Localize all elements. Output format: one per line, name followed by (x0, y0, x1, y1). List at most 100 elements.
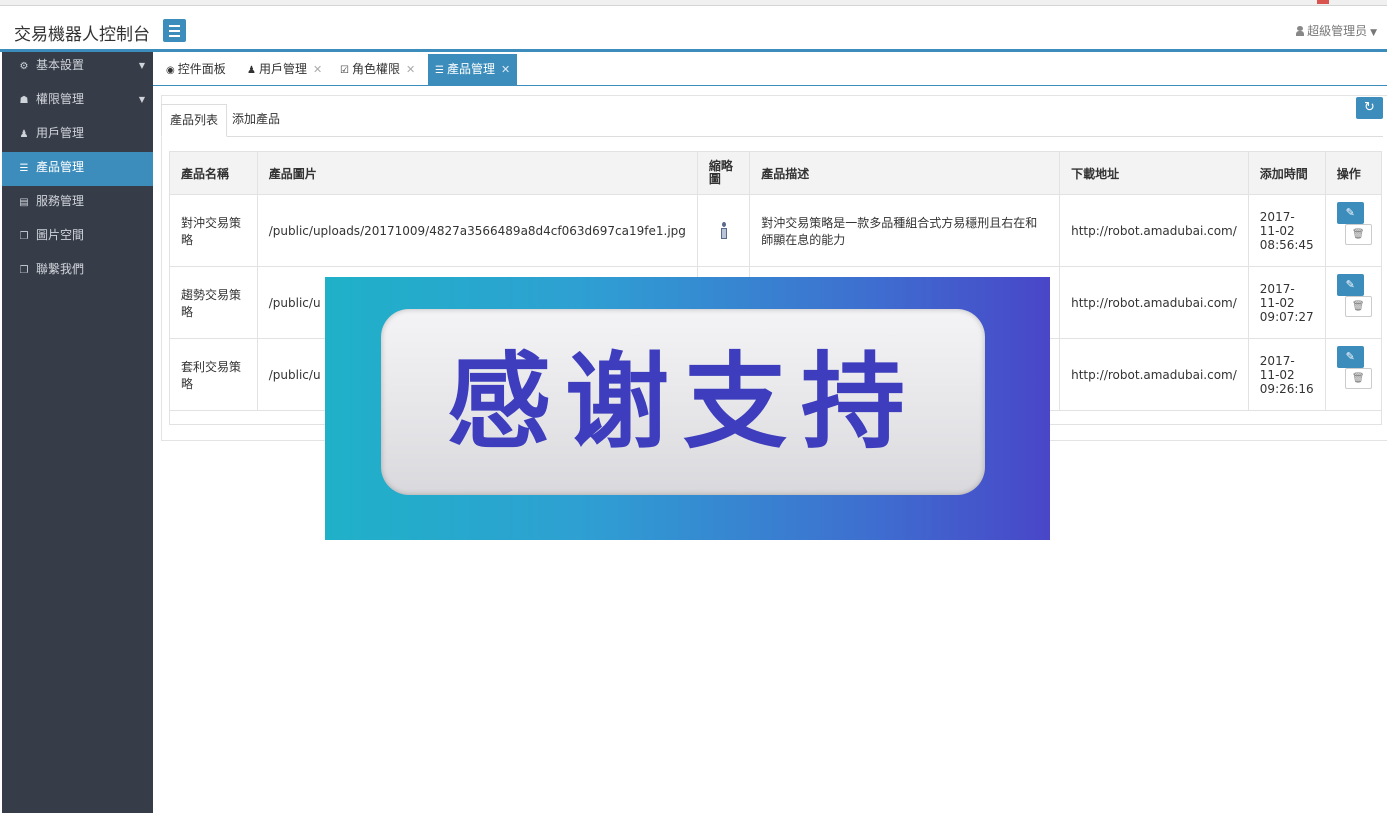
hamburger-icon (169, 25, 180, 27)
subtab-add-product[interactable]: 添加產品 (224, 104, 288, 135)
user-icon (1296, 26, 1305, 36)
sliders-icon: ☰ (435, 65, 444, 76)
tab-products[interactable]: ☰ 產品管理 ✕ (428, 54, 518, 85)
subtab-product-list[interactable]: 產品列表 (161, 104, 228, 137)
date-year: 2017- (1259, 353, 1295, 368)
product-download-url[interactable]: http://robot.amadubai.com/ (1059, 266, 1249, 339)
tab-dashboard[interactable]: ◉ 控件面板 (159, 54, 233, 85)
trash-icon: 🗑 (1351, 301, 1365, 312)
app-brand[interactable]: 交易機器人控制台 (14, 20, 150, 45)
users-icon: ☗ (19, 95, 29, 106)
sidebar-item-contact[interactable]: ❐ 聯繫我們 (2, 254, 153, 288)
date-day: 11-02 (1259, 223, 1295, 238)
table-row: 對沖交易策略 /public/uploads/20171009/4827a356… (169, 194, 1383, 267)
hamburger-icon-line (169, 35, 180, 37)
column-header: 下載地址 (1059, 151, 1249, 195)
product-name: 趨勢交易策略 (169, 266, 258, 339)
date-time: 09:07:27 (1259, 309, 1314, 324)
tab-label: 控件面板 (177, 62, 226, 76)
pencil-icon: ✎ (1345, 206, 1355, 219)
robot-thumbnail-icon (720, 221, 728, 240)
menu-toggle-button[interactable] (163, 19, 186, 42)
sidebar-item-services[interactable]: ▤ 服務管理 (2, 186, 153, 220)
close-icon[interactable]: ✕ (313, 63, 322, 76)
row-actions: ✎ 🗑 (1324, 194, 1383, 267)
product-name: 對沖交易策略 (169, 194, 258, 267)
column-header: 縮略圖 (696, 151, 751, 195)
copy-icon: ❐ (19, 265, 29, 276)
cogs-icon: ⚙ (19, 61, 29, 72)
banner-plate: 感谢支持 (381, 309, 985, 495)
date-day: 11-02 (1259, 367, 1295, 382)
top-header: 交易機器人控制台 超級管理员 ▼ (0, 6, 1387, 52)
sidebar-item-label: 服務管理 (36, 194, 85, 208)
column-header: 操作 (1324, 151, 1383, 195)
edit-button[interactable]: ✎ (1336, 346, 1364, 368)
file-icon: ▤ (19, 197, 29, 208)
sidebar-item-label: 基本設置 (36, 58, 85, 72)
product-description: 對沖交易策略是一款多品種組合式方易穩刑且右在和師顯在息的能力 (749, 194, 1061, 267)
product-added-time: 2017- 11-02 08:56:45 (1247, 194, 1326, 267)
delete-button[interactable]: 🗑 (1344, 368, 1372, 389)
dashboard-icon: ◉ (166, 65, 175, 76)
sidebar: ⚙ 基本設置 ▼ ☗ 權限管理 ▼ ♟ 用戶管理 ☰ 產品管理 ▤ 服務管理 ❐ 圖片空間 ❐ 聯… (2, 52, 153, 813)
date-time: 09:26:16 (1259, 381, 1314, 396)
copy-icon: ❐ (19, 231, 29, 242)
date-time: 08:56:45 (1259, 237, 1314, 252)
content-subtabs: 產品列表 添加產品 (161, 104, 1383, 137)
pencil-icon: ✎ (1345, 278, 1355, 291)
caret-down-icon: ▼ (138, 61, 145, 70)
column-header-text: 縮略圖 (708, 159, 733, 186)
close-icon[interactable]: ✕ (406, 63, 415, 76)
sidebar-item-permissions[interactable]: ☗ 權限管理 ▼ (2, 84, 153, 118)
product-thumbnail[interactable] (696, 194, 751, 267)
product-image-path: /public/uploads/20171009/4827a3566489a8d… (256, 194, 698, 267)
delete-button[interactable]: 🗑 (1344, 224, 1372, 245)
tab-role-permissions[interactable]: ☑ 角色權限 ✕ (333, 54, 422, 85)
row-actions: ✎ 🗑 (1324, 266, 1383, 339)
trash-icon: 🗑 (1351, 373, 1365, 384)
tab-label: 角色權限 (351, 62, 400, 76)
sidebar-item-basic-settings[interactable]: ⚙ 基本設置 ▼ (2, 50, 153, 84)
user-name: 超級管理员 (1307, 24, 1368, 38)
product-download-url[interactable]: http://robot.amadubai.com/ (1059, 194, 1249, 267)
column-header: 產品圖片 (256, 151, 698, 195)
tab-label: 產品管理 (446, 62, 495, 76)
thank-you-banner: 感谢支持 (325, 277, 1050, 540)
trash-icon: 🗑 (1351, 229, 1365, 240)
delete-button[interactable]: 🗑 (1344, 296, 1372, 317)
browser-red-indicator (1317, 0, 1329, 4)
pencil-icon: ✎ (1345, 350, 1355, 363)
chevron-down-icon: ▼ (1370, 28, 1377, 38)
column-header: 產品名稱 (169, 151, 258, 195)
product-name: 套利交易策略 (169, 338, 258, 411)
date-year: 2017- (1259, 281, 1295, 296)
user-icon: ♟ (19, 129, 29, 140)
product-added-time: 2017- 11-02 09:07:27 (1247, 266, 1326, 339)
sidebar-item-label: 產品管理 (36, 160, 85, 174)
user-menu[interactable]: 超級管理员 ▼ (1296, 22, 1377, 39)
sidebar-item-label: 用戶管理 (36, 126, 85, 140)
column-header: 添加時間 (1247, 151, 1326, 195)
tab-label: 用戶管理 (258, 62, 307, 76)
date-day: 11-02 (1259, 295, 1295, 310)
edit-button[interactable]: ✎ (1336, 274, 1364, 296)
tab-users[interactable]: ♟ 用戶管理 ✕ (240, 54, 329, 85)
sidebar-item-label: 權限管理 (36, 92, 85, 106)
hamburger-icon-line (169, 30, 180, 32)
sliders-icon: ☰ (19, 163, 29, 174)
table-header-row: 產品名稱 產品圖片 縮略圖 產品描述 下載地址 添加時間 操作 (169, 151, 1383, 195)
product-download-url[interactable]: http://robot.amadubai.com/ (1059, 338, 1249, 411)
close-icon[interactable]: ✕ (501, 63, 510, 76)
check-square-icon: ☑ (340, 65, 349, 76)
date-year: 2017- (1259, 209, 1295, 224)
sidebar-item-users[interactable]: ♟ 用戶管理 (2, 118, 153, 152)
page-tabs: ◉ 控件面板 ♟ 用戶管理 ✕ ☑ 角色權限 ✕ ☰ 產品管理 ✕ (153, 52, 1387, 86)
edit-button[interactable]: ✎ (1336, 202, 1364, 224)
product-added-time: 2017- 11-02 09:26:16 (1247, 338, 1326, 411)
sidebar-item-label: 圖片空間 (36, 228, 85, 242)
sidebar-item-images[interactable]: ❐ 圖片空間 (2, 220, 153, 254)
sidebar-item-label: 聯繫我們 (36, 262, 85, 276)
row-actions: ✎ 🗑 (1324, 338, 1383, 411)
sidebar-item-products[interactable]: ☰ 產品管理 (2, 152, 153, 186)
